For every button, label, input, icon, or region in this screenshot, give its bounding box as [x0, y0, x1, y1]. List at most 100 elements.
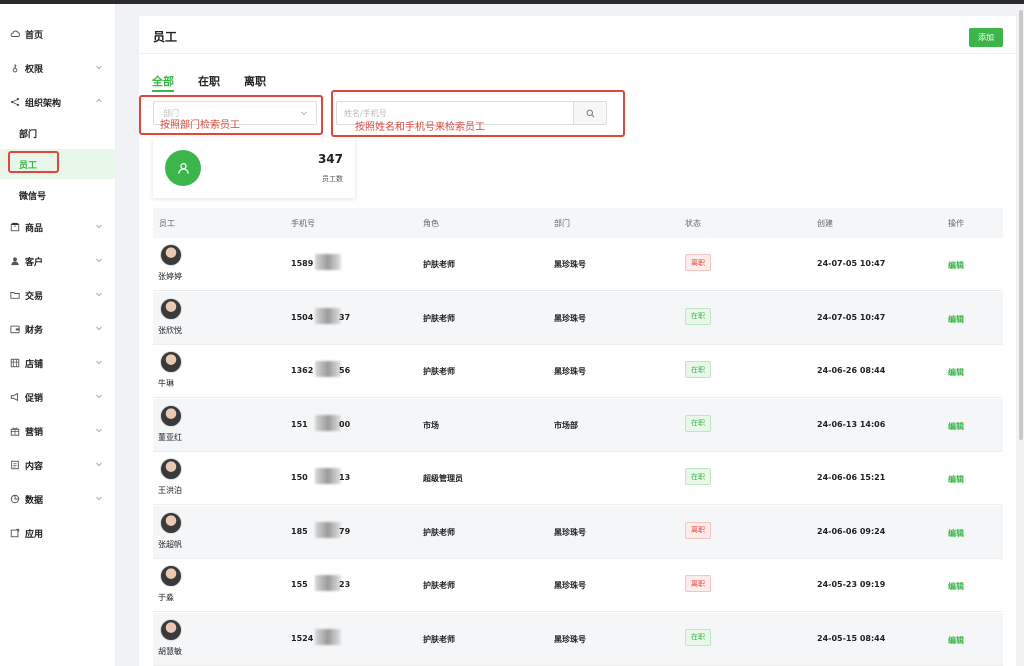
- status-badge: 离职: [685, 575, 711, 592]
- tab-resigned[interactable]: 离职: [244, 73, 266, 89]
- edit-link[interactable]: 编辑: [948, 260, 964, 271]
- staff-name: 王洪泊: [158, 486, 182, 495]
- tab-on-duty[interactable]: 在职: [198, 73, 220, 89]
- chevron-down-icon: [95, 256, 103, 264]
- edit-link[interactable]: 编辑: [948, 635, 964, 646]
- status-badge: 在职: [685, 307, 711, 325]
- department-text: 黑珍珠号: [554, 581, 586, 590]
- table-header: 员工 手机号 角色 部门 状态 创建 操作: [153, 208, 1003, 238]
- edit-link[interactable]: 编辑: [948, 474, 964, 485]
- edit-link[interactable]: 编辑: [948, 581, 964, 592]
- edit-link[interactable]: 编辑: [948, 314, 964, 325]
- sidebar-subitem-department[interactable]: 部门: [0, 118, 116, 148]
- sidebar: 首页 权限 组织架构 部门 员工 微信号 商品 客户 交易 财务 店铺 促销 营…: [0, 4, 116, 666]
- role-text: 护肤老师: [423, 260, 455, 269]
- staff-name: 于淼: [158, 593, 174, 602]
- phone-redaction: [315, 414, 341, 431]
- staff-name: 董亚红: [158, 432, 182, 442]
- department-text: 市场部: [554, 420, 578, 430]
- sidebar-item-finance[interactable]: 财务: [0, 314, 116, 344]
- role-text: 市场: [423, 420, 439, 430]
- sidebar-item-marketing[interactable]: 营销: [0, 416, 116, 446]
- table-row[interactable]: 董亚红 151 00 市场 市场部 在职 24-06-13 14:06 编辑: [153, 398, 1003, 452]
- column-header: 操作: [948, 219, 964, 228]
- sidebar-item-label: 内容: [25, 461, 44, 472]
- table-row[interactable]: 张欣悦 1504 37 护肤老师 黑珍珠号 在职 24-07-05 10:47 编辑: [153, 291, 1003, 345]
- avatar: [160, 618, 182, 641]
- annotation-box-staff-menu: [8, 151, 59, 173]
- sidebar-subitem-label: 部门: [19, 129, 38, 140]
- phone-redaction: [315, 254, 341, 270]
- role-text: 护肤老师: [423, 313, 455, 323]
- megaphone-icon: [9, 391, 21, 403]
- staff-count-label: 员工数: [322, 175, 343, 183]
- column-header: 角色: [423, 219, 439, 228]
- chevron-down-icon: [95, 63, 103, 71]
- created-time: 24-07-05 10:47: [817, 259, 886, 268]
- tab-all[interactable]: 全部: [152, 73, 174, 89]
- add-staff-button[interactable]: 添加: [969, 28, 1003, 47]
- chevron-up-icon: [95, 97, 103, 105]
- avatar: [160, 404, 182, 427]
- column-header: 创建: [817, 219, 833, 228]
- sidebar-item-promotion[interactable]: 促销: [0, 382, 116, 412]
- sidebar-item-organization[interactable]: 组织架构: [0, 87, 116, 117]
- column-header: 员工: [159, 219, 175, 228]
- sidebar-item-label: 组织架构: [25, 98, 62, 109]
- sidebar-item-trade[interactable]: 交易: [0, 280, 116, 310]
- table-row[interactable]: 于淼 155 23 护肤老师 黑珍珠号 离职 24-05-23 09:19 编辑: [153, 559, 1003, 612]
- sidebar-item-home[interactable]: 首页: [0, 19, 116, 49]
- store-icon: [9, 357, 21, 369]
- chevron-down-icon: [95, 494, 103, 502]
- sidebar-item-label: 财务: [25, 325, 44, 336]
- department-text: 黑珍珠号: [554, 527, 586, 537]
- sidebar-item-label: 商品: [25, 223, 44, 234]
- edit-link[interactable]: 编辑: [948, 528, 964, 539]
- sidebar-item-apps[interactable]: 应用: [0, 518, 116, 548]
- created-time: 24-07-05 10:47: [817, 312, 886, 322]
- role-text: 护肤老师: [423, 527, 455, 537]
- window-top-bar: [0, 0, 1024, 4]
- role-text: 超级管理员: [423, 474, 463, 483]
- sidebar-item-permission[interactable]: 权限: [0, 53, 116, 83]
- phone-suffix: 37: [339, 312, 351, 322]
- table-row[interactable]: 胡慧敏 1524 护肤老师 黑珍珠号 在职 24-05-15 08:44 编辑: [153, 612, 1003, 666]
- wallet-icon: [9, 323, 21, 335]
- department-text: 黑珍珠号: [554, 367, 586, 376]
- sidebar-item-content[interactable]: 内容: [0, 450, 116, 480]
- sidebar-item-label: 交易: [25, 291, 44, 302]
- chevron-down-icon: [95, 222, 103, 230]
- staff-count-card: 347 员工数: [153, 137, 355, 198]
- sidebar-item-data[interactable]: 数据: [0, 484, 116, 514]
- user-icon: [9, 255, 21, 267]
- phone-suffix: 79: [339, 526, 351, 536]
- table-row[interactable]: 牛琳 1362 56 护肤老师 黑珍珠号 在职 24-06-26 08:44 编辑: [153, 345, 1003, 398]
- key-icon: [9, 62, 21, 74]
- sidebar-item-products[interactable]: 商品: [0, 212, 116, 242]
- edit-link[interactable]: 编辑: [948, 421, 964, 432]
- chevron-down-icon: [95, 324, 103, 332]
- sidebar-item-store[interactable]: 店铺: [0, 348, 116, 378]
- sidebar-item-customers[interactable]: 客户: [0, 246, 116, 276]
- table-row[interactable]: 张超帆 185 79 护肤老师 黑珍珠号 离职 24-06-06 09:24 编辑: [153, 505, 1003, 559]
- sidebar-item-label: 店铺: [25, 359, 44, 370]
- status-badge: 离职: [685, 521, 711, 539]
- table-row[interactable]: 张婷婷 1589 护肤老师 黑珍珠号 离职 24-07-05 10:47 编辑: [153, 238, 1003, 291]
- phone-prefix: 151: [291, 419, 308, 429]
- edit-link[interactable]: 编辑: [948, 367, 964, 378]
- page-scrollbar-thumb[interactable]: [1019, 10, 1023, 440]
- folder-icon: [9, 289, 21, 301]
- department-text: 黑珍珠号: [554, 260, 586, 269]
- sidebar-subitem-wechat[interactable]: 微信号: [0, 180, 116, 210]
- phone-suffix: 13: [339, 473, 351, 482]
- sidebar-subitem-label: 微信号: [19, 191, 47, 202]
- phone-prefix: 155: [291, 580, 308, 589]
- chevron-down-icon: [95, 392, 103, 400]
- staff-name: 张婷婷: [158, 272, 182, 281]
- phone-suffix: 56: [339, 366, 351, 375]
- phone-redaction: [315, 361, 341, 377]
- table-row[interactable]: 王洪泊 150 13 超级管理员 在职 24-06-06 15:21 编辑: [153, 452, 1003, 505]
- created-time: 24-05-23 09:19: [817, 580, 886, 589]
- sidebar-item-label: 数据: [25, 495, 44, 506]
- divider: [139, 53, 1016, 54]
